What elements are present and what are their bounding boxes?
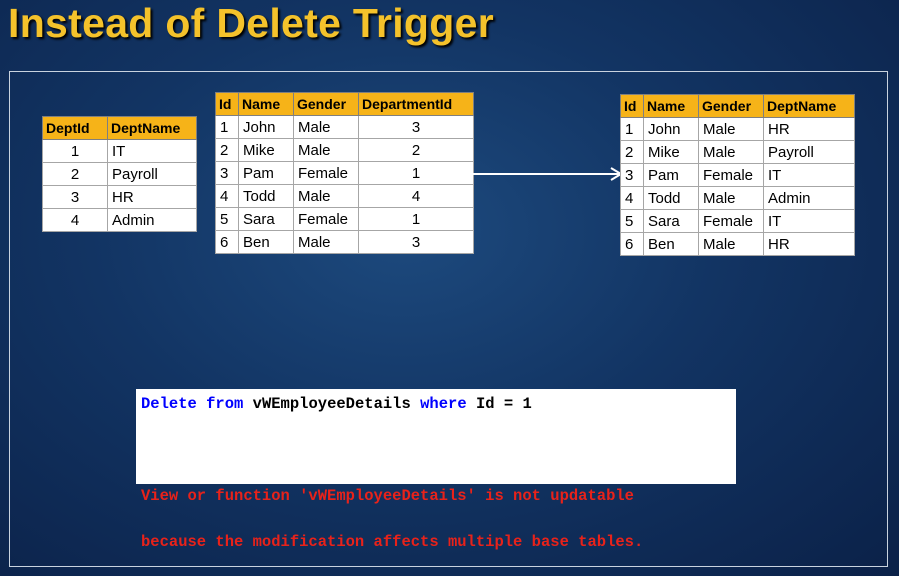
table-cell: IT [763,209,855,233]
table-header-row: Id Name Gender DepartmentId [215,92,474,116]
table-cell: 3 [215,161,239,185]
sql-keyword-delete: Delete [141,395,197,413]
table-cell: HR [763,117,855,141]
table-row: 4 Admin [42,208,197,232]
table-cell: Ben [238,230,294,254]
table-cell: Male [698,232,764,256]
table-cell: Female [293,161,359,185]
column-header: DeptName [763,94,855,118]
table-cell: 4 [215,184,239,208]
table-cell: 3 [42,185,108,209]
table-cell: Female [293,207,359,231]
table-row: 1 IT [42,139,197,163]
sql-view-name: vWEmployeeDetails [252,395,411,413]
table-cell: Sara [643,209,699,233]
sql-condition: Id = 1 [475,395,532,413]
table-cell: 3 [358,230,474,254]
sql-statement: Delete from vWEmployeeDetails where Id =… [141,393,731,416]
table-row: 5 Sara Female 1 [215,207,474,231]
table-cell: 3 [358,115,474,139]
table-cell: IT [763,163,855,187]
table-cell: 5 [215,207,239,231]
column-header: Id [215,92,239,116]
table-row: 3 HR [42,185,197,209]
sql-keyword-where: where [420,395,467,413]
column-header: Gender [293,92,359,116]
table-row: 2 Mike Male 2 [215,138,474,162]
table-row: 1 John Male 3 [215,115,474,139]
table-cell: Male [293,184,359,208]
table-cell: Admin [763,186,855,210]
table-cell: Todd [238,184,294,208]
table-cell: 1 [358,207,474,231]
table-cell: Male [293,230,359,254]
table-row: 4 Todd Male 4 [215,184,474,208]
column-header: Id [620,94,644,118]
table-cell: 2 [358,138,474,162]
table-cell: Payroll [107,162,197,186]
table-cell: 2 [215,138,239,162]
column-header: DepartmentId [358,92,474,116]
table-header-row: DeptId DeptName [42,116,197,140]
table-cell: Female [698,209,764,233]
table-row: 4 Todd Male Admin [620,186,855,210]
table-header-row: Id Name Gender DeptName [620,94,855,118]
table-cell: 3 [620,163,644,187]
column-header: DeptName [107,116,197,140]
table-row: 3 Pam Female 1 [215,161,474,185]
table-cell: IT [107,139,197,163]
table-cell: 1 [358,161,474,185]
table-cell: John [643,117,699,141]
table-row: 6 Ben Male HR [620,232,855,256]
table-cell: HR [107,185,197,209]
table-cell: 4 [358,184,474,208]
table-cell: Mike [643,140,699,164]
table-cell: Male [698,186,764,210]
sql-query-panel: Delete from vWEmployeeDetails where Id =… [136,389,736,551]
table-cell: John [238,115,294,139]
table-row: 2 Mike Male Payroll [620,140,855,164]
table-cell: 1 [42,139,108,163]
error-message-line-2: because the modification affects multipl… [141,533,644,551]
table-cell: 6 [215,230,239,254]
column-header: DeptId [42,116,108,140]
table-cell: Payroll [763,140,855,164]
table-cell: Ben [643,232,699,256]
table-cell: 2 [620,140,644,164]
table-cell: Male [293,115,359,139]
table-cell: Male [293,138,359,162]
column-header: Name [238,92,294,116]
view-result-table: Id Name Gender DeptName 1 John Male HR 2 Mik… [620,94,855,256]
table-row: 3 Pam Female IT [620,163,855,187]
table-cell: Male [698,140,764,164]
employees-table: Id Name Gender DepartmentId 1 John Male 3 2… [215,92,474,254]
table-row: 6 Ben Male 3 [215,230,474,254]
slide-title: Instead of Delete Trigger [8,0,494,46]
table-cell: Pam [643,163,699,187]
table-cell: 4 [42,208,108,232]
sql-keyword-from: from [206,395,244,413]
table-cell: Pam [238,161,294,185]
table-cell: Female [698,163,764,187]
table-row: 5 Sara Female IT [620,209,855,233]
column-header: Name [643,94,699,118]
table-cell: 1 [620,117,644,141]
table-cell: 6 [620,232,644,256]
table-cell: 1 [215,115,239,139]
table-cell: Mike [238,138,294,162]
column-header: Gender [698,94,764,118]
error-message-line-1: View or function 'vWEmployeeDetails' is … [141,487,634,505]
table-cell: 5 [620,209,644,233]
table-cell: Todd [643,186,699,210]
table-cell: 4 [620,186,644,210]
table-row: 2 Payroll [42,162,197,186]
table-cell: Admin [107,208,197,232]
departments-table: DeptId DeptName 1 IT 2 Payroll 3 HR 4 Admin [42,116,197,232]
arrow-right-icon [470,167,623,181]
table-cell: HR [763,232,855,256]
table-cell: Sara [238,207,294,231]
table-cell: 2 [42,162,108,186]
table-cell: Male [698,117,764,141]
table-row: 1 John Male HR [620,117,855,141]
